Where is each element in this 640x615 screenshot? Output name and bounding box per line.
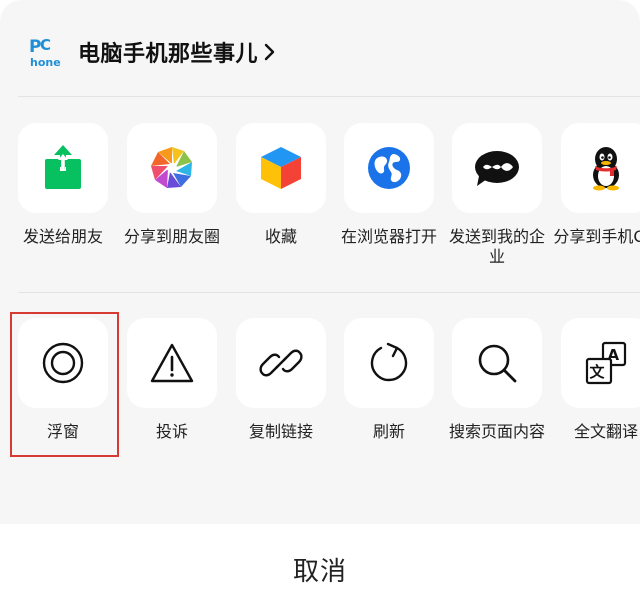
action-item-floating-window[interactable]: 浮窗 (9, 318, 117, 442)
tile: A 文 (561, 318, 640, 408)
tile (452, 123, 542, 213)
link-icon (259, 349, 303, 377)
share-item-label: 发送给朋友 (22, 227, 103, 246)
action-item-copy-link[interactable]: 复制链接 (227, 318, 335, 442)
share-sheet: P C hone 电脑手机那些事儿 发送给朋友 分享到朋友圈 收藏 在浏览器打开… (0, 0, 640, 524)
share-item-send-friend[interactable]: 发送给朋友 (9, 123, 117, 247)
action-item-search-page[interactable]: 搜索页面内容 (443, 318, 551, 442)
share-upload-icon (45, 145, 81, 189)
tile (561, 123, 640, 213)
search-icon (478, 344, 517, 383)
tile (18, 123, 108, 213)
action-item-complain[interactable]: 投诉 (118, 318, 226, 442)
action-item-label: 浮窗 (46, 422, 79, 441)
row-divider (18, 292, 640, 293)
actions-row: 浮窗 投诉 复制链接 刷新 搜索页面内容 A 文 全文翻译 (0, 318, 640, 498)
browser-globe-icon (368, 147, 410, 189)
action-item-refresh[interactable]: 刷新 (335, 318, 443, 442)
share-item-favorites[interactable]: 收藏 (227, 123, 335, 247)
tile (127, 318, 217, 408)
floating-window-icon (42, 342, 84, 384)
share-item-label: 在浏览器打开 (340, 227, 437, 246)
share-item-label: 收藏 (264, 227, 297, 246)
share-targets-row: 发送给朋友 分享到朋友圈 收藏 在浏览器打开 发送到我的企业 分享到手机Q (0, 123, 640, 303)
share-item-label: 分享到手机QQ (553, 227, 640, 246)
share-item-label: 分享到朋友圈 (123, 227, 220, 246)
header-divider (18, 96, 640, 97)
chevron-right-icon (264, 43, 275, 61)
svg-text:文: 文 (590, 363, 606, 381)
action-item-label: 搜索页面内容 (448, 422, 545, 441)
refresh-icon (370, 342, 408, 382)
translate-icon: A 文 (585, 341, 627, 385)
svg-text:C: C (40, 36, 51, 54)
action-item-label: 投诉 (155, 422, 188, 441)
tile (452, 318, 542, 408)
tile (344, 123, 434, 213)
tile (18, 318, 108, 408)
wecom-icon (475, 151, 519, 186)
share-item-moments[interactable]: 分享到朋友圈 (118, 123, 226, 247)
action-item-label: 刷新 (372, 422, 405, 441)
account-logo: P C hone (28, 35, 62, 69)
qq-penguin-icon (593, 147, 619, 191)
action-item-label: 复制链接 (248, 422, 313, 441)
action-item-label: 全文翻译 (573, 422, 638, 441)
warning-triangle-icon (150, 343, 194, 383)
cancel-button[interactable]: 取消 (0, 524, 640, 615)
tile (127, 123, 217, 213)
favorites-cube-icon (261, 147, 301, 189)
account-header[interactable]: P C hone 电脑手机那些事儿 (28, 30, 276, 74)
action-item-translate[interactable]: A 文 全文翻译 (552, 318, 640, 442)
share-item-qq[interactable]: 分享到手机QQ (552, 123, 640, 247)
tile (236, 123, 326, 213)
tile (236, 318, 326, 408)
share-item-wecom[interactable]: 发送到我的企业 (443, 123, 551, 267)
account-title: 电脑手机那些事儿 (78, 42, 259, 67)
share-item-label: 发送到我的企业 (448, 227, 545, 266)
tile (344, 318, 434, 408)
moments-aperture-icon (151, 147, 192, 188)
svg-text:hone: hone (30, 56, 61, 69)
share-item-open-browser[interactable]: 在浏览器打开 (335, 123, 443, 247)
